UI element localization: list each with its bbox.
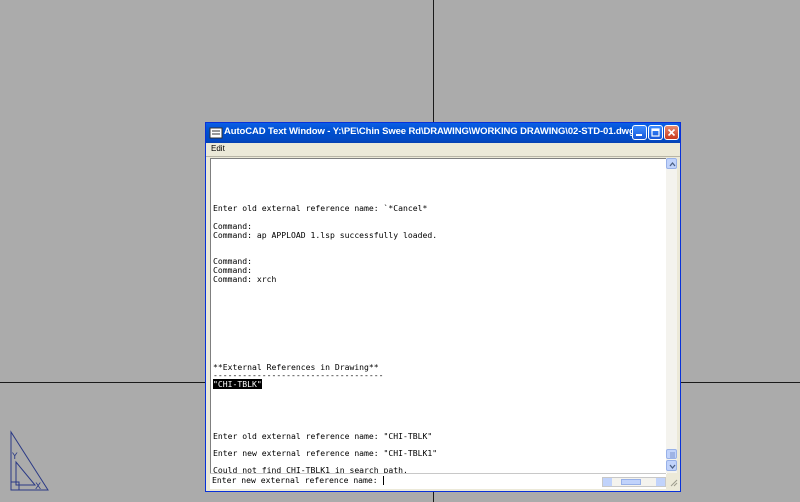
text-window[interactable]: AutoCAD Text Window - Y:\PE\Chin Swee Rd… [205, 122, 681, 492]
vertical-scrollbar[interactable] [666, 158, 677, 473]
chevron-up-icon [669, 161, 676, 167]
grip-icon [670, 452, 675, 458]
scroll-up-button[interactable] [666, 158, 677, 169]
horizontal-scrollbar[interactable] [602, 477, 666, 487]
autocad-app-icon[interactable] [209, 126, 223, 140]
text-cursor [382, 476, 384, 485]
close-icon [667, 128, 676, 137]
ucs-y-label: Y [11, 452, 18, 462]
horizontal-scroll-thumb[interactable] [621, 479, 641, 485]
history-line: Enter old external reference name: `*Can… [213, 203, 428, 213]
menu-edit[interactable]: Edit [211, 144, 225, 153]
scroll-right-button[interactable] [656, 478, 665, 486]
menu-bar: Edit [206, 143, 680, 157]
title-bar[interactable]: AutoCAD Text Window - Y:\PE\Chin Swee Rd… [206, 123, 680, 143]
ucs-x-label: X [35, 482, 41, 492]
scroll-down-button[interactable] [666, 460, 677, 471]
history-line-selected[interactable]: "CHI-TBLK" [213, 379, 262, 389]
history-line: Command: xrch [213, 274, 277, 284]
history-line: Enter new external reference name: "CHI-… [213, 448, 438, 458]
minimize-icon [636, 134, 642, 136]
command-history[interactable]: Enter old external reference name: `*Can… [210, 158, 667, 475]
maximize-button[interactable] [648, 125, 663, 140]
window-title: AutoCAD Text Window - Y:\PE\Chin Swee Rd… [224, 126, 635, 137]
maximize-icon [651, 128, 660, 137]
resize-grip-icon[interactable] [668, 477, 678, 487]
close-button[interactable] [664, 125, 679, 140]
minimize-button[interactable] [632, 125, 647, 140]
history-line: Command: ap APPLOAD 1.lsp successfully l… [213, 230, 438, 240]
history-line: Enter old external reference name: "CHI-… [213, 431, 433, 441]
xref-name-selected[interactable]: "CHI-TBLK" [213, 379, 262, 389]
scroll-left-button[interactable] [603, 478, 612, 486]
prompt-text: Enter new external reference name: [212, 475, 383, 485]
scroll-thumb[interactable] [666, 449, 677, 459]
command-prompt: Enter new external reference name: [212, 476, 384, 485]
chevron-down-icon [669, 464, 676, 470]
command-line-input[interactable]: Enter new external reference name: [210, 473, 666, 489]
ucs-icon: Y X [10, 430, 49, 492]
